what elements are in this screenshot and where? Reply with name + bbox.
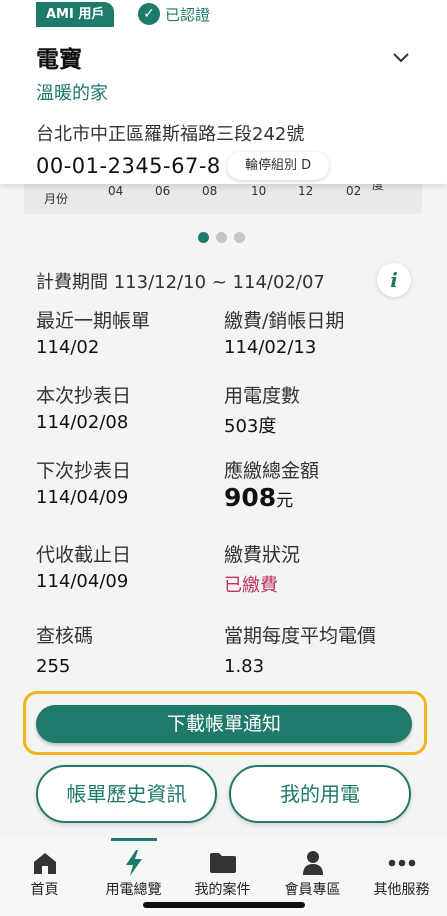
bill-history-button[interactable]: 帳單歷史資訊 [36, 765, 217, 823]
lightning-icon [89, 848, 178, 878]
detail-value: 908元 [224, 483, 319, 512]
billing-period-value: 113/12/10 ~ 114/02/07 [113, 272, 325, 293]
nav-label: 用電總覽 [105, 882, 162, 898]
account-number: 00-01-2345-67-8 [36, 154, 221, 178]
chart-tick: 06 [155, 184, 171, 198]
nav-item-other-services[interactable]: 其他服務 [357, 838, 446, 899]
home-indicator[interactable] [143, 902, 305, 908]
amount-number: 908 [224, 483, 277, 512]
chart-tick: 02 [346, 184, 362, 198]
billing-period: 計費期間 113/12/10 ~ 114/02/07 [36, 268, 325, 294]
download-bill-button[interactable]: 下載帳單通知 [36, 705, 412, 743]
ami-badge: AMI 用戶 [36, 2, 115, 27]
chart-tick: 12 [298, 184, 314, 198]
detail-label: 查核碼 [36, 625, 94, 647]
detail-value: 114/04/09 [36, 487, 129, 508]
my-usage-button[interactable]: 我的用電 [229, 765, 411, 823]
detail-label: 繳費狀況 [224, 544, 301, 566]
account-name: 電寶 [36, 47, 82, 73]
home-icon [0, 848, 89, 878]
detail-value: 114/04/09 [36, 571, 129, 592]
nav-label: 其他服務 [373, 882, 430, 898]
detail-collection-deadline: 代收截止日 114/04/09 [36, 540, 131, 592]
detail-total-amount: 應繳總金額 908元 [224, 456, 319, 512]
verified-status: ✓ 已認證 [138, 0, 210, 28]
folder-icon [178, 848, 267, 878]
amount-unit: 元 [276, 491, 294, 511]
nav-label: 會員專區 [284, 882, 341, 898]
more-icon [357, 848, 446, 878]
nav-item-my-cases[interactable]: 我的案件 [178, 838, 267, 899]
info-icon[interactable]: i [377, 263, 411, 297]
nav-item-usage-overview[interactable]: 用電總覽 [89, 838, 178, 899]
detail-check-code: 查核碼 255 [36, 621, 93, 677]
detail-payment-date: 繳費/銷帳日期 114/02/13 [224, 306, 344, 358]
payment-status-value: 已繳費 [224, 575, 278, 596]
detail-value: 255 [36, 656, 71, 677]
nav-label: 我的案件 [194, 882, 251, 898]
detail-label: 應繳總金額 [224, 460, 320, 482]
detail-value: 114/02 [36, 337, 100, 358]
nav-label: 首頁 [30, 882, 59, 898]
detail-label: 當期每度平均電價 [224, 625, 377, 647]
detail-label: 代收截止日 [36, 544, 132, 566]
carousel-dot[interactable] [216, 232, 227, 243]
chart-month-label: 月份 [44, 192, 69, 206]
detail-value: 503度 [224, 416, 277, 437]
account-header-card: AMI 用戶 ✓ 已認證 電寶 溫暖的家 台北市中正區羅斯福路三段242號 00… [0, 0, 447, 184]
chart-tick: 08 [202, 184, 218, 198]
check-circle-icon: ✓ [138, 3, 160, 25]
detail-value: 114/02/08 [36, 412, 129, 433]
person-icon [268, 848, 357, 878]
nav-item-home[interactable]: 首頁 [0, 838, 89, 899]
detail-latest-bill: 最近一期帳單 114/02 [36, 306, 150, 358]
detail-avg-price: 當期每度平均電價 1.83 [224, 621, 376, 677]
detail-kwh-used: 用電度數 503度 [224, 381, 300, 438]
detail-meter-read-date: 本次抄表日 114/02/08 [36, 381, 131, 433]
carousel-dots[interactable] [198, 232, 245, 243]
detail-next-read-date: 下次抄表日 114/04/09 [36, 456, 131, 508]
detail-label: 繳費/銷帳日期 [224, 310, 345, 332]
verified-label: 已認證 [165, 5, 211, 24]
carousel-dot[interactable] [198, 232, 209, 243]
nav-item-member[interactable]: 會員專區 [268, 838, 357, 899]
place-name: 溫暖的家 [36, 83, 108, 104]
outage-group-badge: 輪停組別 D [227, 152, 330, 180]
detail-label: 本次抄表日 [36, 385, 132, 407]
detail-value: 114/02/13 [224, 337, 317, 358]
billing-period-label: 計費期間 [36, 272, 108, 293]
detail-label: 下次抄表日 [36, 460, 132, 482]
detail-value: 1.83 [224, 656, 265, 677]
detail-label: 用電度數 [224, 385, 301, 407]
detail-payment-status: 繳費狀況 已繳費 [224, 540, 300, 597]
chart-tick: 04 [108, 184, 124, 198]
detail-label: 最近一期帳單 [36, 310, 151, 332]
chart-tick: 10 [251, 184, 267, 198]
account-address: 台北市中正區羅斯福路三段242號 [36, 124, 305, 145]
carousel-dot[interactable] [234, 232, 245, 243]
chevron-down-icon[interactable] [390, 46, 412, 68]
